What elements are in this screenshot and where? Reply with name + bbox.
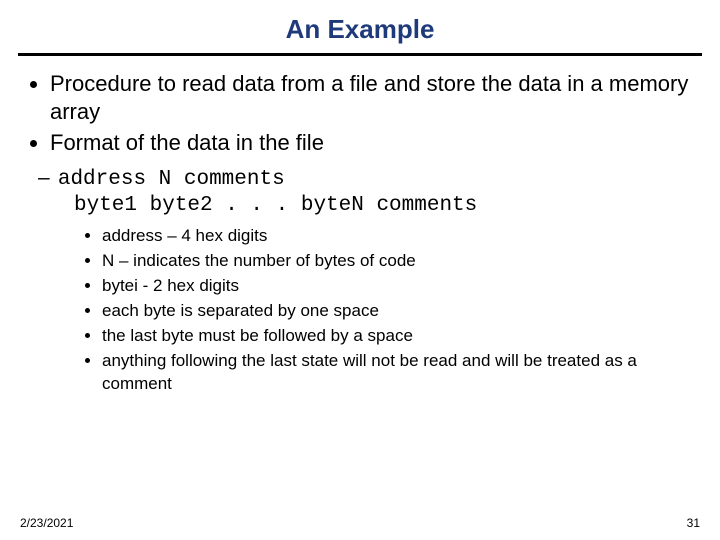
list-item: N – indicates the number of bytes of cod… <box>102 250 700 273</box>
slide-content: Procedure to read data from a file and s… <box>0 70 720 396</box>
title-divider <box>18 53 702 56</box>
format-line: – address N comments <box>56 165 700 193</box>
footer-date: 2/23/2021 <box>20 516 73 530</box>
list-item: Procedure to read data from a file and s… <box>50 70 700 125</box>
slide-title: An Example <box>0 0 720 53</box>
list-item: address – 4 hex digits <box>102 225 700 248</box>
dash-icon: – <box>38 165 52 191</box>
format-block: – address N comments byte1 byte2 . . . b… <box>20 165 700 220</box>
format-text: address N comments <box>58 168 285 191</box>
list-item: anything following the last state will n… <box>102 350 700 396</box>
footer-page-number: 31 <box>687 516 700 530</box>
list-item: bytei - 2 hex digits <box>102 275 700 298</box>
format-line: byte1 byte2 . . . byteN comments <box>56 193 700 219</box>
bullet-list-level1: Procedure to read data from a file and s… <box>20 70 700 157</box>
slide: An Example Procedure to read data from a… <box>0 0 720 540</box>
list-item: the last byte must be followed by a spac… <box>102 325 700 348</box>
list-item: Format of the data in the file <box>50 129 700 157</box>
bullet-list-level3: address – 4 hex digits N – indicates the… <box>20 225 700 396</box>
list-item: each byte is separated by one space <box>102 300 700 323</box>
slide-footer: 2/23/2021 31 <box>20 516 700 530</box>
